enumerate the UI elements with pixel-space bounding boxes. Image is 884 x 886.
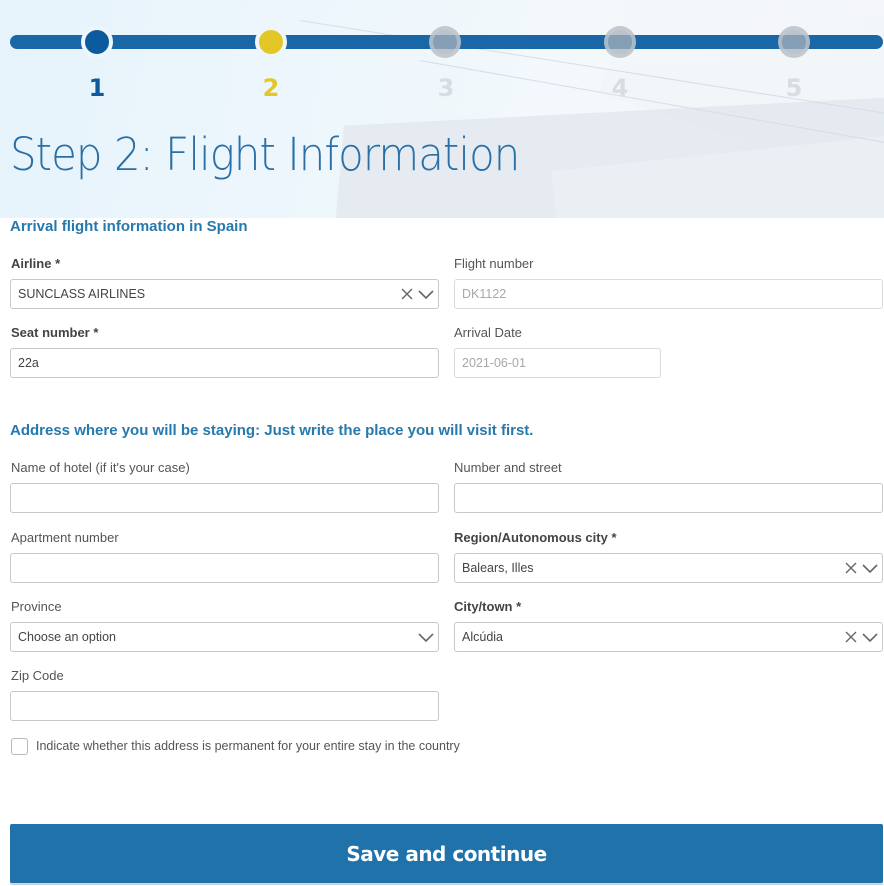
province-select[interactable]: Choose an option bbox=[10, 622, 439, 652]
permanent-address-label[interactable]: Indicate whether this address is permane… bbox=[36, 739, 460, 753]
region-value: Balears, Illes bbox=[462, 561, 534, 575]
region-select[interactable]: Balears, Illes bbox=[454, 553, 883, 583]
arrival-date-field[interactable]: 2021-06-01 bbox=[454, 348, 661, 378]
region-label: Region/Autonomous city * bbox=[454, 530, 617, 545]
clear-icon[interactable] bbox=[844, 630, 858, 644]
number-street-label: Number and street bbox=[454, 460, 562, 475]
number-street-field[interactable] bbox=[454, 483, 883, 513]
city-select[interactable]: Alcúdia bbox=[454, 622, 883, 652]
step-3-dot bbox=[429, 26, 461, 58]
zip-code-field[interactable] bbox=[10, 691, 439, 721]
apartment-field[interactable] bbox=[10, 553, 439, 583]
step-progress bbox=[10, 26, 883, 58]
province-value: Choose an option bbox=[18, 630, 116, 644]
chevron-down-icon[interactable] bbox=[862, 630, 878, 644]
airline-value: SUNCLASS AIRLINES bbox=[18, 287, 146, 301]
permanent-address-checkbox[interactable] bbox=[11, 738, 28, 755]
chevron-down-icon[interactable] bbox=[418, 630, 434, 644]
step-4-dot bbox=[604, 26, 636, 58]
flight-number-field[interactable]: DK1122 bbox=[454, 279, 883, 309]
step-2-number: 2 bbox=[262, 74, 280, 102]
flight-number-label: Flight number bbox=[454, 256, 534, 271]
step-3-number: 3 bbox=[437, 74, 455, 102]
arrival-date-label: Arrival Date bbox=[454, 325, 522, 340]
hotel-name-label: Name of hotel (if it's your case) bbox=[11, 460, 190, 475]
address-section-title: Address where you will be staying: Just … bbox=[10, 422, 534, 439]
step-2-dot[interactable] bbox=[255, 26, 287, 58]
page-title: Step 2: Flight Information bbox=[10, 128, 520, 181]
city-label: City/town * bbox=[454, 599, 522, 614]
chevron-down-icon[interactable] bbox=[418, 287, 434, 301]
city-value: Alcúdia bbox=[462, 630, 503, 644]
chevron-down-icon[interactable] bbox=[862, 561, 878, 575]
province-label: Province bbox=[11, 599, 62, 614]
zip-code-label: Zip Code bbox=[11, 668, 64, 683]
flight-section-title: Arrival flight information in Spain bbox=[10, 218, 248, 235]
step-5-dot bbox=[778, 26, 810, 58]
seat-number-field[interactable]: 22a bbox=[10, 348, 439, 378]
hotel-name-field[interactable] bbox=[10, 483, 439, 513]
apartment-label: Apartment number bbox=[11, 530, 119, 545]
clear-icon[interactable] bbox=[844, 561, 858, 575]
airline-label: Airline * bbox=[11, 256, 61, 271]
step-5-number: 5 bbox=[785, 74, 803, 102]
seat-number-label: Seat number * bbox=[11, 325, 99, 340]
step-1-number: 1 bbox=[88, 74, 106, 102]
save-and-continue-button[interactable]: Save and continue bbox=[10, 824, 883, 883]
step-4-number: 4 bbox=[611, 74, 629, 102]
clear-icon[interactable] bbox=[400, 287, 414, 301]
airline-select[interactable]: SUNCLASS AIRLINES bbox=[10, 279, 439, 309]
step-1-dot[interactable] bbox=[81, 26, 113, 58]
